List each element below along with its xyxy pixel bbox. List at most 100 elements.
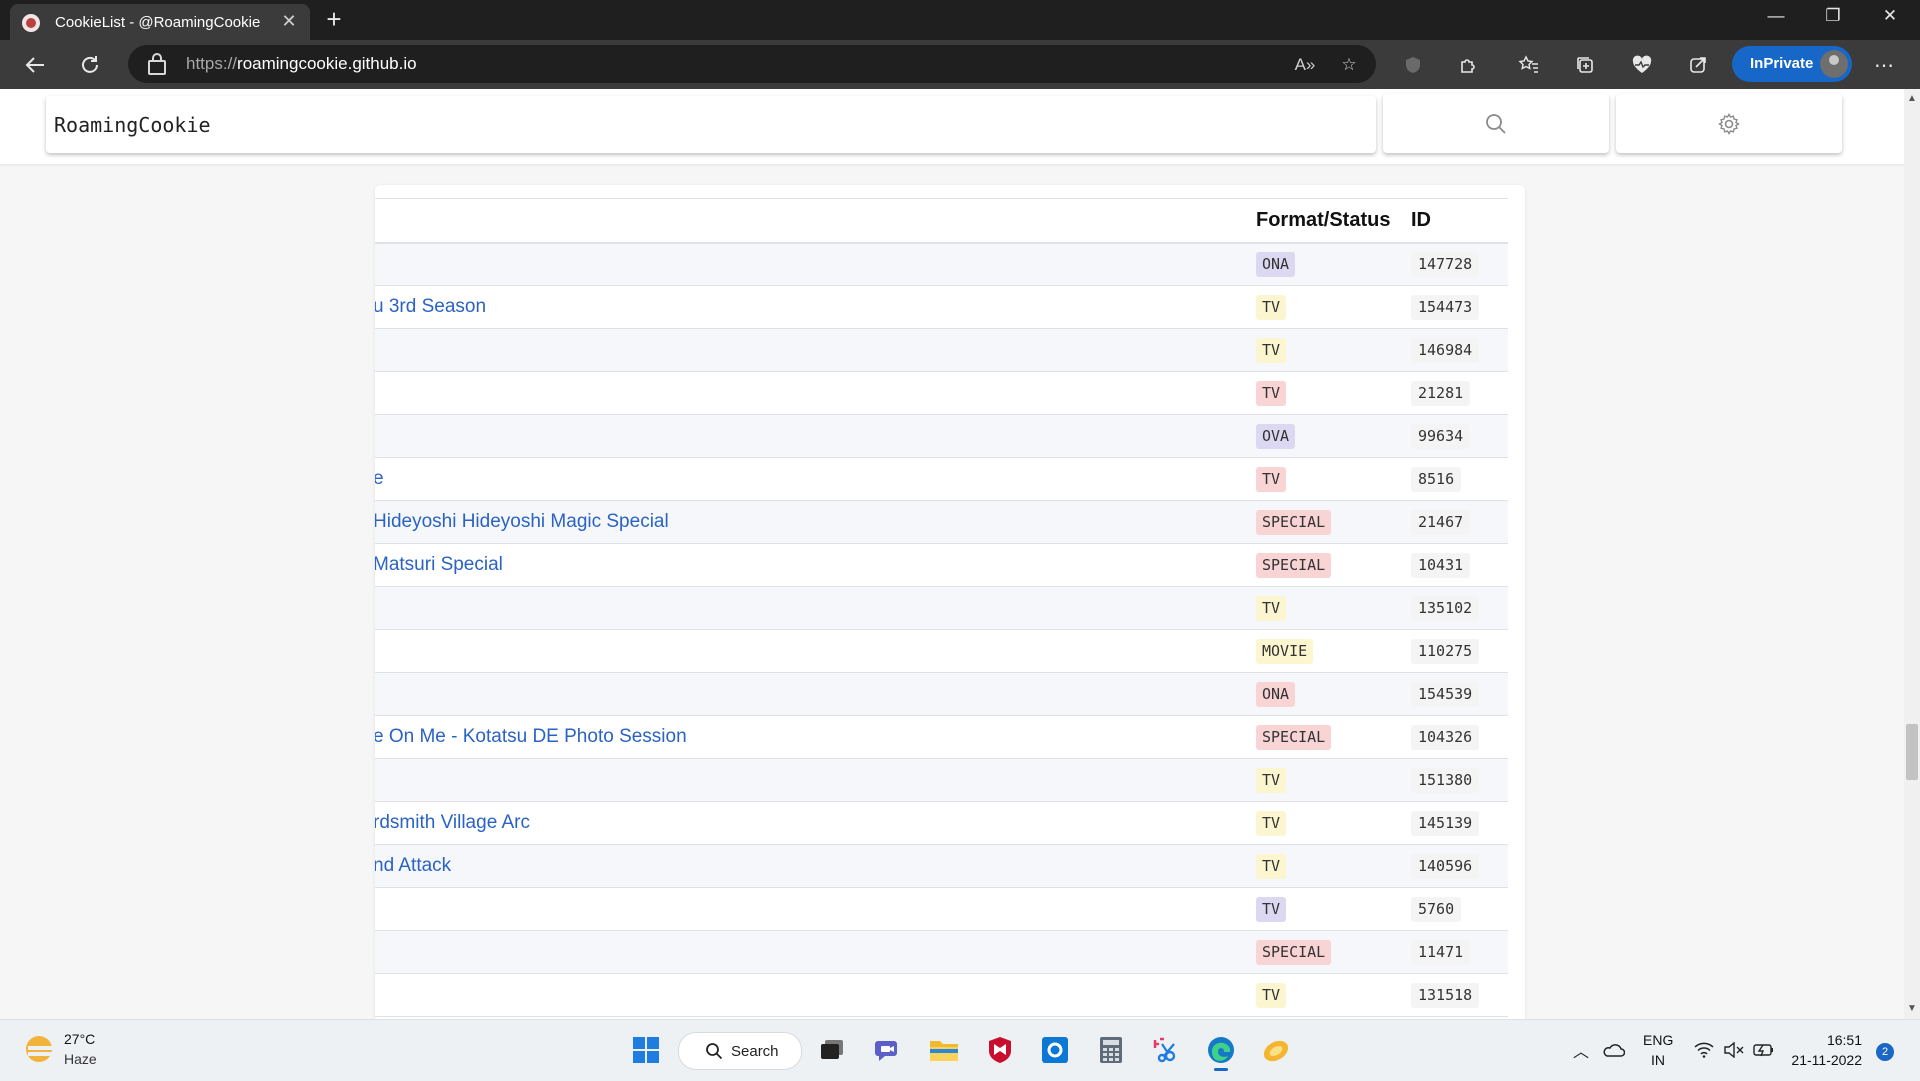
table-row[interactable]: MOVIE 110275 <box>375 629 1508 673</box>
column-header-format[interactable]: Format/Status <box>1256 199 1411 243</box>
show-hidden-icons-icon[interactable]: ︿ <box>1568 1032 1594 1068</box>
table-row[interactable]: Matsuri Special SPECIAL 10431 <box>375 543 1508 587</box>
browser-tab[interactable]: CookieList - @RoamingCookie ✕ <box>10 4 310 40</box>
id-cell: 110275 <box>1411 630 1508 673</box>
table-row[interactable]: e On Me - Kotatsu DE Photo Session SPECIA… <box>375 715 1508 759</box>
clock-time[interactable]: 16:51 <box>1790 1032 1862 1048</box>
scroll-up-icon[interactable]: ▲ <box>1907 93 1917 104</box>
extensions-icon[interactable] <box>1453 50 1483 80</box>
table-row[interactable]: OVA 99634 <box>375 414 1508 458</box>
column-header-id[interactable]: ID <box>1411 199 1508 243</box>
id-cell: 145139 <box>1411 802 1508 845</box>
gear-icon <box>1718 112 1740 135</box>
search-button[interactable] <box>1383 94 1609 153</box>
search-icon <box>706 1043 723 1060</box>
id-cell: 131518 <box>1411 974 1508 1017</box>
table-row[interactable]: e TV 8516 <box>375 457 1508 501</box>
minimize-icon[interactable]: — <box>1756 6 1796 26</box>
table-row[interactable]: TV 5760 <box>375 887 1508 931</box>
anime-title-link[interactable]: Hideyoshi Hideyoshi Magic Special <box>375 511 669 533</box>
settings-button[interactable] <box>1616 94 1842 153</box>
task-view-icon[interactable] <box>814 1032 850 1068</box>
file-explorer-icon[interactable] <box>926 1032 962 1068</box>
table-row[interactable]: u 3rd Season TV 154473 <box>375 285 1508 329</box>
onedrive-icon[interactable] <box>1598 1032 1628 1068</box>
format-badge: TV <box>1256 595 1287 621</box>
anime-title-link[interactable]: u 3rd Season <box>375 296 486 318</box>
anime-title-link[interactable]: e <box>375 468 384 490</box>
lock-icon[interactable] <box>148 53 166 75</box>
scrollbar-thumb[interactable] <box>1906 724 1918 780</box>
edge-browser-icon[interactable] <box>1203 1032 1239 1071</box>
anime-title-link[interactable]: nd Attack <box>375 855 451 877</box>
table-row[interactable]: ONA 154539 <box>375 672 1508 716</box>
browser-essentials-icon[interactable] <box>1627 50 1657 80</box>
anime-id: 154539 <box>1411 681 1480 707</box>
more-options-icon[interactable]: ⋯ <box>1869 50 1899 80</box>
table-row[interactable]: TV 151380 <box>375 758 1508 802</box>
table-row[interactable]: TV 131518 <box>375 973 1508 1017</box>
wifi-icon[interactable] <box>1690 1032 1718 1068</box>
teams-chat-icon[interactable] <box>870 1032 906 1068</box>
read-aloud-icon[interactable]: A» <box>1292 52 1318 78</box>
id-cell: 10431 <box>1411 544 1508 587</box>
language-line1[interactable]: ENG <box>1643 1032 1673 1048</box>
table-row[interactable]: TV 146984 <box>375 328 1508 372</box>
taskbar-search[interactable]: Search <box>678 1032 802 1070</box>
title-cell <box>375 243 1256 286</box>
back-icon[interactable] <box>20 50 50 80</box>
table-row[interactable]: TV 21281 <box>375 371 1508 415</box>
table-row[interactable]: SPECIAL 11471 <box>375 930 1508 974</box>
collections-icon[interactable] <box>1570 50 1600 80</box>
refresh-icon[interactable] <box>75 50 105 80</box>
close-window-icon[interactable]: ✕ <box>1870 6 1910 26</box>
calculator-icon[interactable] <box>1093 1032 1129 1068</box>
mcafee-icon[interactable] <box>982 1032 1018 1068</box>
add-favorite-icon[interactable]: ☆ <box>1336 52 1362 78</box>
table-row[interactable]: rdsmith Village Arc TV 145139 <box>375 801 1508 845</box>
tracking-prevention-icon[interactable] <box>1398 50 1428 80</box>
format-badge: TV <box>1256 767 1287 793</box>
clock-date[interactable]: 21-11-2022 <box>1790 1052 1862 1068</box>
restore-icon[interactable]: ❐ <box>1813 6 1853 26</box>
inprivate-button[interactable]: InPrivate <box>1732 46 1852 82</box>
anime-table: Format/Status ID ONA 147728 u 3rd Season TV… <box>375 198 1508 1017</box>
id-cell: 8516 <box>1411 458 1508 501</box>
volume-muted-icon[interactable] <box>1720 1032 1748 1068</box>
anime-id: 140596 <box>1411 853 1480 879</box>
id-cell: 151380 <box>1411 759 1508 802</box>
url-text[interactable]: https://roamingcookie.github.io <box>186 54 417 74</box>
favicon-icon <box>22 14 40 32</box>
table-row[interactable]: Hideyoshi Hideyoshi Magic Special SPECIAL… <box>375 500 1508 544</box>
notification-badge[interactable]: 2 <box>1876 1043 1894 1061</box>
new-tab-button[interactable]: + <box>318 4 350 34</box>
title-cell <box>375 587 1256 630</box>
battery-charging-icon[interactable] <box>1750 1032 1778 1068</box>
pinned-app-icon[interactable] <box>1258 1032 1294 1068</box>
format-cell: TV <box>1256 888 1411 931</box>
performance-icon[interactable] <box>1683 50 1713 80</box>
table-row[interactable]: nd Attack TV 140596 <box>375 844 1508 888</box>
taskbar-search-label: Search <box>731 1043 779 1060</box>
favorites-icon[interactable] <box>1514 50 1544 80</box>
table-row[interactable]: ONA 147728 <box>375 242 1508 286</box>
close-tab-icon[interactable]: ✕ <box>278 11 300 32</box>
scroll-down-icon[interactable]: ▼ <box>1907 1003 1917 1014</box>
anime-title-link[interactable]: Matsuri Special <box>375 554 503 576</box>
browser-titlebar: CookieList - @RoamingCookie ✕ + — ❐ ✕ <box>0 0 1920 40</box>
anime-title-link[interactable]: e On Me - Kotatsu DE Photo Session <box>375 726 687 748</box>
anime-title-link[interactable]: rdsmith Village Arc <box>375 812 530 834</box>
address-bar[interactable]: https://roamingcookie.github.io A» ☆ <box>128 45 1376 83</box>
page-scrollbar[interactable]: ▲ ▼ <box>1904 89 1920 1019</box>
anime-id: 145139 <box>1411 810 1480 836</box>
table-row[interactable]: TV 135102 <box>375 586 1508 630</box>
snipping-tool-icon[interactable] <box>1148 1032 1184 1068</box>
language-line2[interactable]: IN <box>1643 1052 1673 1068</box>
anime-id: 10431 <box>1411 552 1471 578</box>
start-icon[interactable] <box>628 1032 664 1068</box>
format-badge: TV <box>1256 810 1287 836</box>
outlook-icon[interactable] <box>1037 1032 1073 1068</box>
column-header-title[interactable] <box>375 199 1256 243</box>
anime-id: 151380 <box>1411 767 1480 793</box>
title-cell: e On Me - Kotatsu DE Photo Session <box>375 716 1256 759</box>
